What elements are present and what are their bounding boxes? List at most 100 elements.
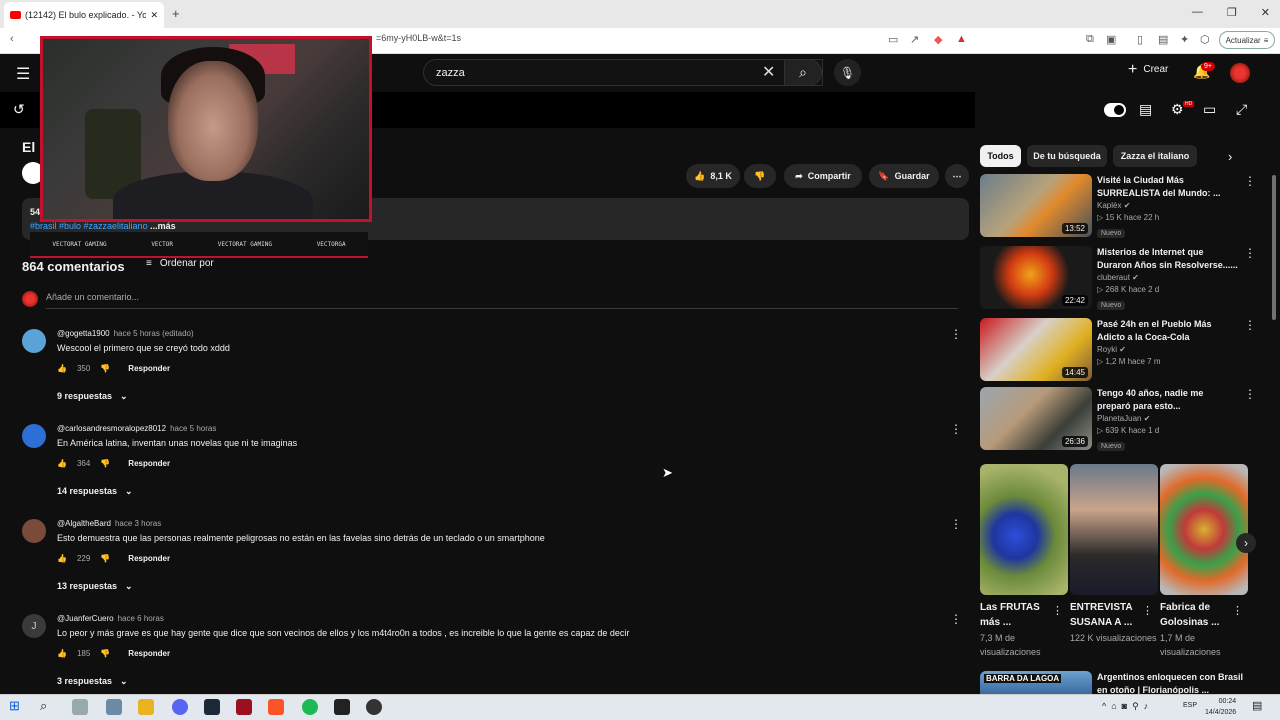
discord-icon[interactable] — [172, 699, 188, 715]
short-thumbnail[interactable] — [1160, 464, 1248, 595]
minimize-icon[interactable]: — — [1192, 6, 1203, 19]
short-title[interactable]: ENTREVISTA SUSANA A ... — [1070, 600, 1140, 630]
file-manager-icon[interactable] — [106, 699, 122, 715]
comment-time[interactable]: hace 3 horas — [115, 519, 161, 528]
brave-shield-icon[interactable]: ◆ — [934, 33, 942, 46]
video-thumbnail[interactable]: 26:36 — [980, 387, 1092, 450]
search-button[interactable]: ⌕ — [784, 59, 822, 86]
video-menu-icon[interactable]: ⋮ — [1244, 246, 1256, 260]
video-thumbnail[interactable]: 22:42 — [980, 246, 1092, 309]
reply-button[interactable]: Responder — [128, 459, 170, 468]
tab-groups-icon[interactable]: ▣ — [1106, 33, 1116, 46]
chip-zazza[interactable]: Zazza el italiano — [1113, 145, 1197, 167]
dislike-button[interactable]: 👎 — [744, 164, 776, 188]
video-menu-icon[interactable]: ⋮ — [1244, 318, 1256, 332]
chip-from-search[interactable]: De tu búsqueda — [1027, 145, 1107, 167]
vpn-icon[interactable]: ⬡ — [1200, 33, 1210, 46]
video-menu-icon[interactable]: ⋮ — [1244, 174, 1256, 188]
video-title[interactable]: Argentinos enloquecen con Brasil en otoñ… — [1097, 671, 1247, 694]
spotify-icon[interactable] — [302, 699, 318, 715]
thumbs-down-icon[interactable]: 👎 — [100, 554, 110, 563]
video-thumbnail[interactable]: 14:45 — [980, 318, 1092, 381]
like-button[interactable]: 👍 8,1 K — [686, 164, 740, 188]
related-video[interactable]: 13:52 Visité la Ciudad Más SURREALISTA d… — [980, 174, 1260, 240]
save-button[interactable]: 🔖 Guardar — [869, 164, 939, 188]
notifications-center-icon[interactable]: ▤ — [1252, 699, 1262, 712]
comment-avatar[interactable] — [22, 329, 46, 353]
clear-search-icon[interactable]: ✕ — [762, 62, 775, 82]
video-channel[interactable]: cluberaut ✔ — [1097, 273, 1239, 282]
reply-button[interactable]: Responder — [128, 364, 170, 373]
comment-author[interactable]: @AlgaltheBard — [57, 519, 111, 528]
short-menu-icon[interactable]: ⋮ — [1232, 604, 1243, 617]
close-tab-icon[interactable]: ✕ — [150, 10, 158, 21]
sort-by-button[interactable]: ≡ Ordenar por — [146, 258, 214, 269]
create-button[interactable]: + Crear — [1128, 61, 1168, 77]
share-icon[interactable]: ↗ — [910, 33, 919, 46]
short-menu-icon[interactable]: ⋮ — [1142, 604, 1153, 617]
video-title[interactable]: Visité la Ciudad Más SURREALISTA del Mun… — [1097, 174, 1239, 200]
thumbs-down-icon[interactable]: 👎 — [100, 364, 110, 373]
cast-icon[interactable]: ▭ — [888, 33, 898, 46]
short-menu-icon[interactable]: ⋮ — [1052, 604, 1063, 617]
view-replies-button[interactable]: 3 respuestas ⌄ — [57, 676, 128, 687]
comment-author[interactable]: @carlosandresmoralopez8012 — [57, 424, 166, 433]
view-replies-button[interactable]: 14 respuestas ⌄ — [57, 486, 133, 497]
description-tags[interactable]: #brasil #bulo #zazzaelitaliano ...más — [30, 221, 176, 231]
short-thumbnail[interactable] — [1070, 464, 1158, 595]
chip-all[interactable]: Todos — [980, 145, 1021, 167]
video-menu-icon[interactable]: ⋮ — [1244, 387, 1256, 401]
video-title[interactable]: Misterios de Internet que Duraron Años s… — [1097, 246, 1239, 272]
comment-avatar[interactable] — [22, 424, 46, 448]
system-tray-icons[interactable]: ^⌂◙⚲♪ — [1102, 701, 1153, 712]
comment-time[interactable]: hace 5 horas (editado) — [114, 329, 194, 338]
comment-menu-icon[interactable]: ⋮ — [950, 517, 962, 531]
back-arrow-icon[interactable]: ‹ — [10, 33, 14, 45]
thumbs-up-icon[interactable]: 👍 — [57, 649, 67, 658]
video-channel[interactable]: Kaplèx ✔ — [1097, 201, 1239, 210]
windows-start-icon[interactable]: ⊞ — [9, 698, 20, 714]
comment-time[interactable]: hace 5 horas — [170, 424, 216, 433]
hamburger-menu-icon[interactable]: ☰ — [16, 64, 30, 84]
sidebar-icon[interactable]: ▯ — [1137, 33, 1143, 46]
comment-author[interactable]: @JuanferCuero — [57, 614, 114, 623]
epic-icon[interactable] — [334, 699, 350, 715]
video-thumbnail[interactable]: BARRA DA LAGOA — [980, 671, 1092, 694]
related-video[interactable]: 22:42 Misterios de Internet que Duraron … — [980, 246, 1260, 312]
leo-icon[interactable]: ✦ — [1180, 33, 1189, 46]
user-avatar[interactable] — [1230, 63, 1250, 83]
thumbs-up-icon[interactable]: 👍 — [57, 459, 67, 468]
autoplay-toggle[interactable] — [1104, 103, 1126, 117]
wallet-icon[interactable]: ▤ — [1158, 33, 1168, 46]
replay-icon[interactable]: ↺ — [13, 101, 25, 118]
add-comment-input[interactable]: Añade un comentario... — [46, 292, 958, 309]
shorts-next-arrow-icon[interactable]: › — [1236, 533, 1256, 553]
related-video[interactable]: 14:45 Pasé 24h en el Pueblo Más Adicto a… — [980, 318, 1260, 384]
page-scrollbar[interactable] — [1272, 175, 1276, 320]
short-title[interactable]: Las FRUTAS más ... — [980, 600, 1050, 630]
folder-icon[interactable] — [138, 699, 154, 715]
comment-menu-icon[interactable]: ⋮ — [950, 422, 962, 436]
app-icon[interactable] — [236, 699, 252, 715]
share-button[interactable]: ➦ Compartir — [784, 164, 862, 188]
thumbs-up-icon[interactable]: 👍 — [57, 364, 67, 373]
voice-search-button[interactable]: 🎙 — [834, 59, 861, 86]
new-tab-icon[interactable]: + — [172, 6, 180, 21]
extensions-icon[interactable]: ⧉ — [1086, 33, 1094, 46]
comment-menu-icon[interactable]: ⋮ — [950, 612, 962, 626]
close-window-icon[interactable]: ✕ — [1261, 6, 1270, 19]
thumbs-down-icon[interactable]: 👎 — [100, 459, 110, 468]
address-bar[interactable]: =6my-yH0LB-w&t=1s — [376, 33, 461, 43]
chevron-right-icon[interactable]: › — [1228, 149, 1232, 164]
comment-avatar[interactable] — [22, 519, 46, 543]
fullscreen-icon[interactable]: ⤢ — [1236, 101, 1247, 118]
thumbs-down-icon[interactable]: 👎 — [100, 649, 110, 658]
video-title[interactable]: Pasé 24h en el Pueblo Más Adicto a la Co… — [1097, 318, 1239, 344]
video-channel[interactable]: PlanetaJuan ✔ — [1097, 414, 1239, 423]
theater-mode-icon[interactable]: ▭ — [1203, 101, 1216, 118]
view-replies-button[interactable]: 13 respuestas ⌄ — [57, 581, 133, 592]
subtitles-icon[interactable]: ▤ — [1139, 101, 1152, 118]
video-title[interactable]: Tengo 40 años, nadie me preparó para est… — [1097, 387, 1239, 413]
taskbar-clock[interactable]: 00:24 14/4/2026 — [1205, 696, 1236, 718]
view-replies-button[interactable]: 9 respuestas ⌄ — [57, 391, 128, 402]
